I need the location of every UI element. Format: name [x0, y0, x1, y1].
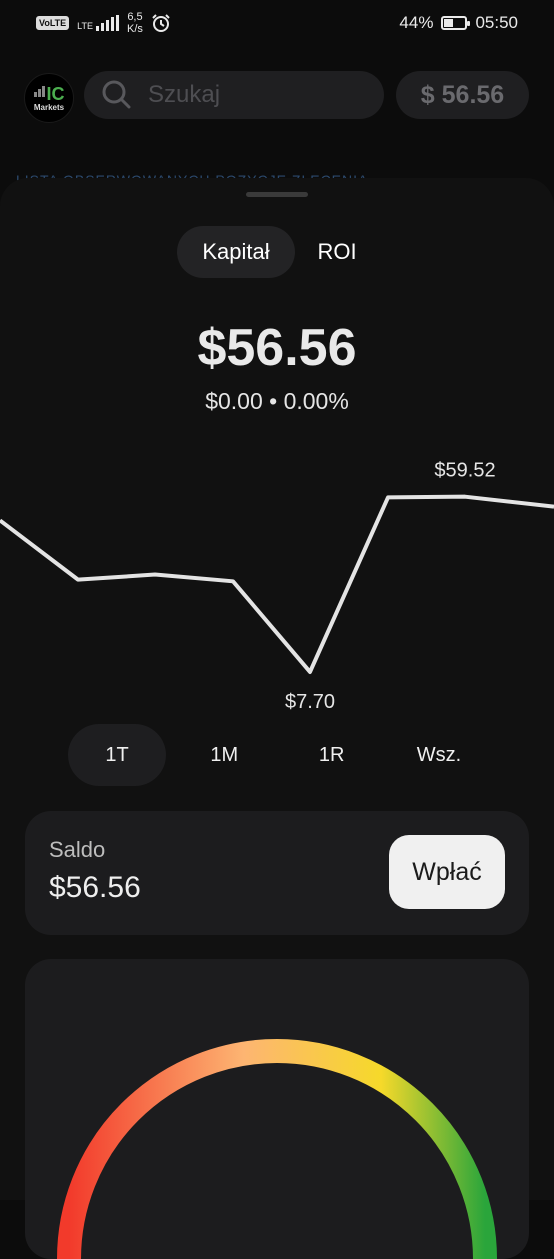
- status-bar: VoLTE LTE 6,5 K/s 44% 05:50: [0, 0, 554, 46]
- net-speed-value: 6,5: [127, 11, 143, 23]
- range-1m[interactable]: 1M: [175, 724, 273, 786]
- metric-toggle: Kapitał ROI: [177, 226, 379, 278]
- top-bar: IC Markets $ 56.56: [0, 70, 554, 123]
- logo-text: Markets: [33, 103, 65, 112]
- logo-ic: IC: [46, 84, 65, 104]
- ic-markets-logo[interactable]: IC Markets: [24, 73, 74, 123]
- search-bar[interactable]: [84, 71, 384, 119]
- status-right: 44% 05:50: [399, 13, 518, 33]
- net-speed: 6,5 K/s: [127, 11, 143, 35]
- balance-label: Saldo: [49, 837, 106, 862]
- chart-line: [0, 494, 554, 674]
- volte-badge: VoLTE: [36, 16, 70, 30]
- lte-signal-icon: LTE: [77, 15, 120, 31]
- risk-gauge-arc: [57, 1039, 497, 1259]
- portfolio-change: $0.00 • 0.00%: [205, 388, 349, 414]
- portfolio-sheet: Kapitał ROI $56.56 $0.00 • 0.00% $59.52 …: [0, 178, 554, 1259]
- range-1r[interactable]: 1R: [283, 724, 381, 786]
- balance-card: Saldo $56.56 Wpłać: [25, 811, 529, 935]
- net-speed-unit: K/s: [127, 23, 143, 35]
- tab-capital[interactable]: Kapitał: [177, 226, 295, 278]
- portfolio-value: $56.56: [197, 319, 357, 377]
- balance-value: $56.56: [49, 871, 141, 904]
- header-balance-button[interactable]: $ 56.56: [396, 71, 529, 119]
- signal-bars-icon: [96, 15, 120, 31]
- range-1t[interactable]: 1T: [68, 724, 166, 786]
- equity-chart: $59.52 $7.70: [0, 460, 554, 713]
- sheet-drag-handle[interactable]: [246, 192, 308, 197]
- chart-min-label: $7.70: [285, 691, 335, 713]
- status-left: VoLTE LTE 6,5 K/s: [36, 11, 171, 35]
- clock: 05:50: [475, 13, 518, 32]
- alarm-icon: [152, 14, 170, 32]
- search-input[interactable]: [146, 80, 370, 110]
- search-icon: [102, 80, 131, 109]
- logo-mark: IC: [33, 84, 65, 104]
- lte-label: LTE: [77, 21, 94, 31]
- tab-roi[interactable]: ROI: [295, 226, 379, 278]
- battery-icon: [441, 16, 471, 30]
- range-all[interactable]: Wsz.: [390, 724, 488, 786]
- battery-percent: 44%: [399, 13, 434, 32]
- time-range-selector: 1T 1M 1R Wsz.: [68, 724, 488, 786]
- chart-max-label: $59.52: [434, 460, 495, 482]
- logo-bars-icon: [33, 84, 46, 102]
- deposit-button[interactable]: Wpłać: [389, 835, 505, 909]
- risk-gauge-card: [25, 959, 529, 1259]
